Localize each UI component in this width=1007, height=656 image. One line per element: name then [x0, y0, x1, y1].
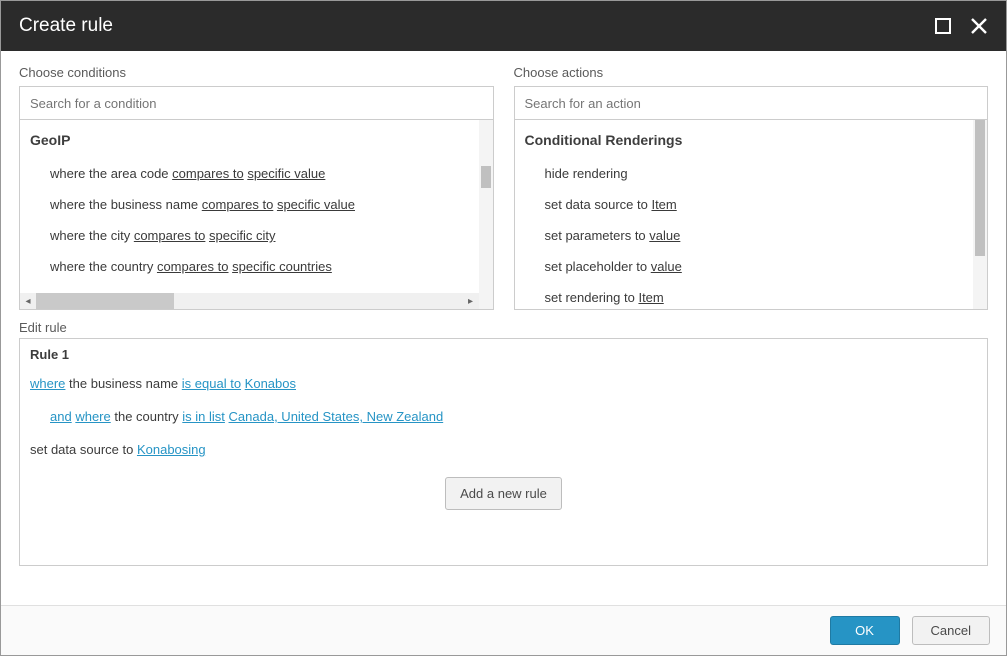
action-text: set data source to: [545, 197, 652, 212]
conditions-list-inner: GeoIP where the area code compares to sp…: [20, 120, 493, 309]
operator-token[interactable]: is in list: [182, 409, 225, 424]
dialog-footer: OK Cancel: [1, 605, 1006, 655]
action-item[interactable]: set parameters to value: [515, 220, 988, 251]
action-text: set rendering to: [545, 290, 639, 305]
conditions-group-header: GeoIP: [20, 126, 493, 158]
condition-text: where the business name: [50, 197, 202, 212]
operator-token[interactable]: is equal to: [182, 376, 241, 391]
condition-item[interactable]: where the business name compares to spec…: [20, 189, 493, 220]
condition-link[interactable]: specific city: [209, 228, 275, 243]
horizontal-scrollbar[interactable]: ◂ ▸: [20, 293, 479, 309]
edit-rule-label: Edit rule: [19, 320, 988, 335]
condition-link[interactable]: compares to: [172, 166, 244, 181]
maximize-icon[interactable]: [934, 17, 952, 35]
action-search-input[interactable]: [514, 86, 989, 120]
value-token[interactable]: Canada, United States, New Zealand: [229, 409, 444, 424]
value-token[interactable]: Konabosing: [137, 442, 206, 457]
value-token[interactable]: Konabos: [245, 376, 296, 391]
condition-text: where the city: [50, 228, 134, 243]
action-link[interactable]: value: [651, 259, 682, 274]
create-rule-dialog: Create rule Choose conditions GeoIP wher: [0, 0, 1007, 656]
action-item[interactable]: hide rendering: [515, 158, 988, 189]
actions-listbox[interactable]: Conditional Renderings hide rendering se…: [514, 120, 989, 310]
add-rule-row: Add a new rule: [30, 477, 977, 510]
dialog-body: Choose conditions GeoIP where the area c…: [1, 51, 1006, 605]
columns: Choose conditions GeoIP where the area c…: [19, 65, 988, 310]
condition-item[interactable]: where the city compares to specific city: [20, 220, 493, 251]
condition-text: where the country: [50, 259, 157, 274]
action-item[interactable]: set rendering to Item: [515, 282, 988, 309]
where-token[interactable]: where: [75, 409, 110, 424]
and-token[interactable]: and: [50, 409, 72, 424]
rule-text: the country: [111, 409, 183, 424]
condition-item[interactable]: where the area code compares to specific…: [20, 158, 493, 189]
add-rule-button[interactable]: Add a new rule: [445, 477, 562, 510]
condition-link[interactable]: specific value: [277, 197, 355, 212]
dialog-title: Create rule: [19, 15, 113, 37]
condition-link[interactable]: specific countries: [232, 259, 332, 274]
rule-text: set data source to: [30, 442, 137, 457]
vertical-scrollbar[interactable]: [479, 120, 493, 309]
scroll-thumb[interactable]: [481, 166, 491, 188]
condition-link[interactable]: compares to: [202, 197, 274, 212]
condition-search-input[interactable]: [19, 86, 494, 120]
action-link[interactable]: value: [649, 228, 680, 243]
action-item[interactable]: set data source to Item: [515, 189, 988, 220]
conditions-listbox[interactable]: GeoIP where the area code compares to sp…: [19, 120, 494, 310]
action-link[interactable]: Item: [638, 290, 663, 305]
action-text: set placeholder to: [545, 259, 651, 274]
ok-button[interactable]: OK: [830, 616, 900, 645]
actions-group-header: Conditional Renderings: [515, 126, 988, 158]
condition-text: where the area code: [50, 166, 172, 181]
scroll-left-icon[interactable]: ◂: [20, 293, 36, 309]
rule-condition-line: and where the country is in list Canada,…: [50, 409, 977, 424]
scroll-right-icon[interactable]: ▸: [463, 293, 479, 309]
cancel-button[interactable]: Cancel: [912, 616, 990, 645]
condition-link[interactable]: compares to: [157, 259, 229, 274]
edit-rule-box: Rule 1 where the business name is equal …: [19, 338, 988, 566]
rule-action-line: set data source to Konabosing: [30, 442, 977, 457]
conditions-column: Choose conditions GeoIP where the area c…: [19, 65, 494, 310]
vertical-scrollbar[interactable]: [973, 120, 987, 309]
condition-link[interactable]: compares to: [134, 228, 206, 243]
action-text: set parameters to: [545, 228, 650, 243]
titlebar: Create rule: [1, 1, 1006, 51]
rule-condition-line: where the business name is equal to Kona…: [30, 376, 977, 391]
scroll-thumb[interactable]: [36, 293, 174, 309]
action-text: hide rendering: [545, 166, 628, 181]
condition-item[interactable]: where the country compares to specific c…: [20, 251, 493, 282]
actions-column: Choose actions Conditional Renderings hi…: [514, 65, 989, 310]
window-controls: [934, 17, 988, 35]
where-token[interactable]: where: [30, 376, 65, 391]
rule-text: the business name: [65, 376, 181, 391]
action-link[interactable]: Item: [651, 197, 676, 212]
action-item[interactable]: set placeholder to value: [515, 251, 988, 282]
rule-title: Rule 1: [30, 347, 977, 362]
scroll-thumb[interactable]: [975, 120, 985, 256]
close-icon[interactable]: [970, 17, 988, 35]
condition-link[interactable]: specific value: [247, 166, 325, 181]
actions-label: Choose actions: [514, 65, 989, 80]
conditions-label: Choose conditions: [19, 65, 494, 80]
actions-list-inner: Conditional Renderings hide rendering se…: [515, 120, 988, 309]
